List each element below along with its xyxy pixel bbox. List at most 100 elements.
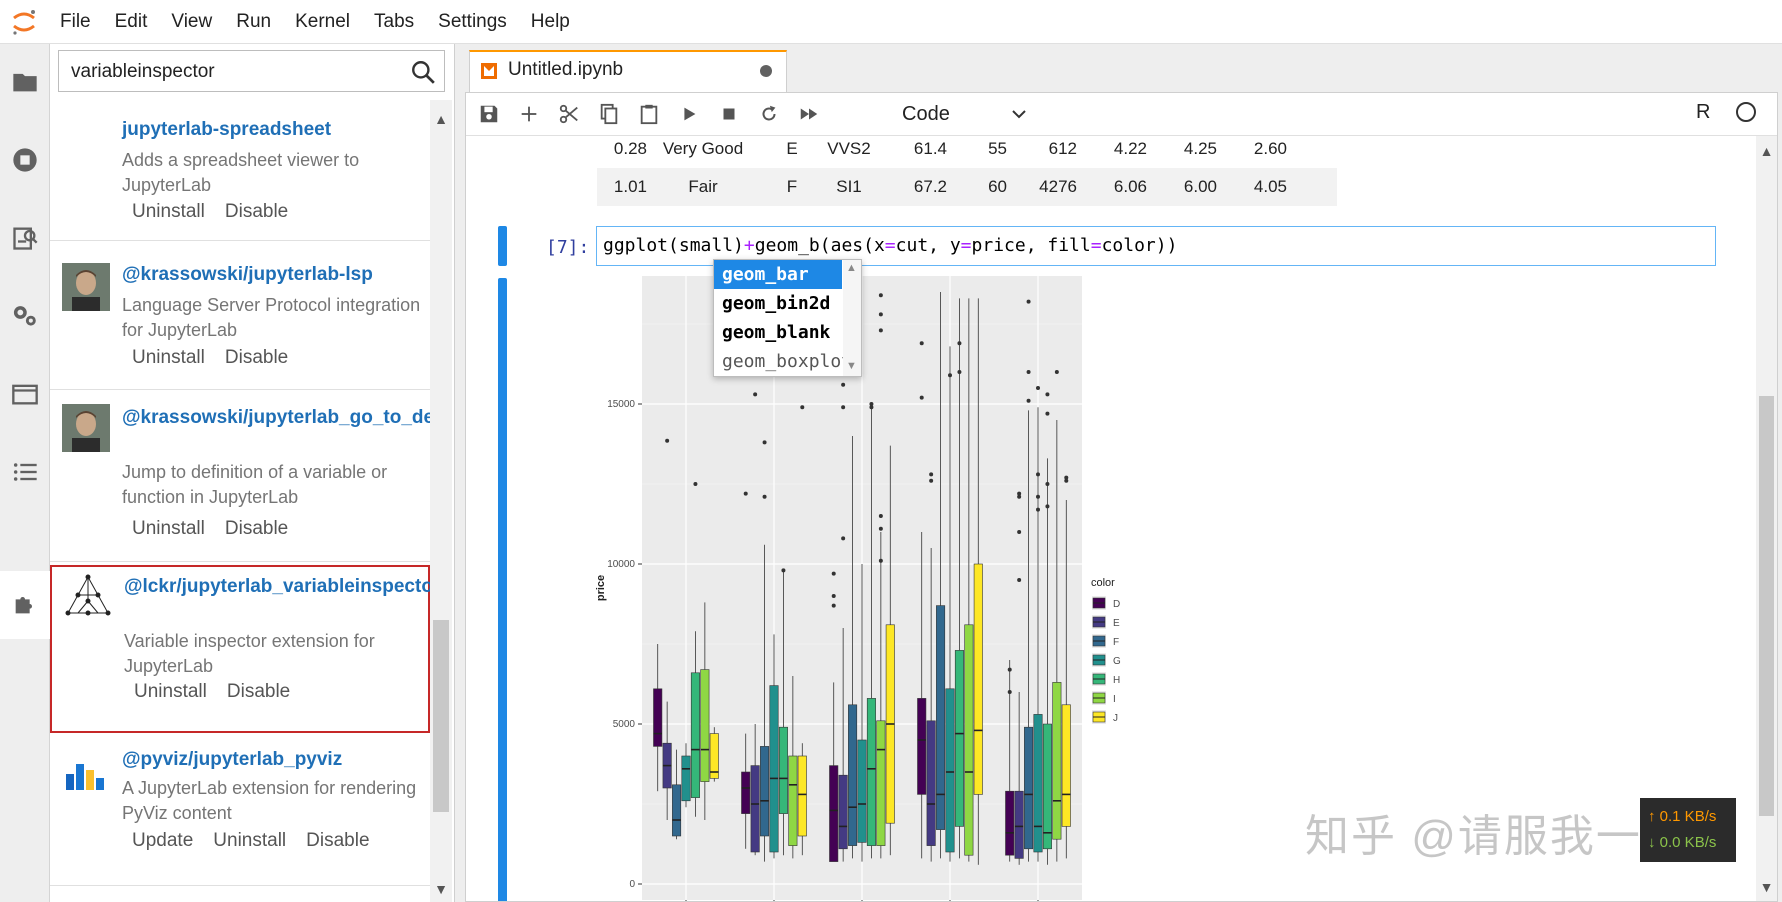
table-row: 1.01 Fair F SI1 67.2 60 4276 6.06 6.00 4… xyxy=(597,168,1337,206)
watermark-text: 知乎 @请服我一把 xyxy=(1305,812,1688,861)
copy-icon[interactable] xyxy=(596,101,622,127)
code-token: ggplot xyxy=(603,235,669,256)
completer-item[interactable]: geom_boxplot xyxy=(714,347,852,376)
update-button[interactable]: Update xyxy=(132,830,193,852)
restart-icon[interactable] xyxy=(756,101,782,127)
extension-title[interactable]: @krassowski/jupyterlab-lsp xyxy=(122,263,422,287)
uninstall-button[interactable]: Uninstall xyxy=(134,681,207,703)
legend-label: H xyxy=(1113,675,1120,686)
paste-icon[interactable] xyxy=(636,101,662,127)
disable-button[interactable]: Disable xyxy=(227,681,290,703)
table-cell: Very Good xyxy=(662,139,744,158)
box xyxy=(964,624,974,856)
table-cell: 4276 xyxy=(1039,177,1077,196)
extension-title[interactable]: @lckr/jupyterlab_variableinspector xyxy=(124,575,430,599)
fast-forward-icon[interactable] xyxy=(796,101,822,127)
outlier-point xyxy=(878,526,883,531)
menu-settings[interactable]: Settings xyxy=(426,0,519,44)
outlier-point xyxy=(919,341,924,346)
cut-icon[interactable] xyxy=(556,101,582,127)
box xyxy=(788,755,798,846)
table-cell: 4.25 xyxy=(1183,139,1217,158)
scroll-down-icon[interactable]: ▼ xyxy=(430,878,452,900)
code-token: color)) xyxy=(1101,235,1178,256)
scrollbar-thumb[interactable] xyxy=(1759,396,1774,816)
outlier-point xyxy=(1026,398,1031,403)
extension-list-scrollbar[interactable]: ▲ ▼ xyxy=(430,100,452,902)
completer-scrollbar[interactable]: ▲ ▼ xyxy=(843,260,861,376)
kernel-name[interactable]: R xyxy=(1696,101,1710,124)
menu-run[interactable]: Run xyxy=(224,0,283,44)
code-operator: = xyxy=(884,235,896,256)
stop-icon[interactable] xyxy=(716,101,742,127)
y-tick-label: 10000 xyxy=(607,559,635,570)
add-cell-icon[interactable] xyxy=(516,101,542,127)
notebook-scrollbar[interactable]: ▲ ▼ xyxy=(1756,136,1777,901)
outlier-point xyxy=(1007,667,1012,672)
toc-icon[interactable] xyxy=(9,456,41,488)
run-icon[interactable] xyxy=(676,101,702,127)
extension-search-input[interactable] xyxy=(69,57,393,87)
download-speed: ↓ 0.0 KB/s xyxy=(1648,834,1717,851)
disable-button[interactable]: Disable xyxy=(225,201,288,223)
completer-item[interactable]: geom_blank xyxy=(714,318,842,347)
cell-collapser[interactable] xyxy=(498,226,507,266)
extension-manager-panel: jupyterlab-spreadsheet Adds a spreadshee… xyxy=(50,44,455,902)
output-collapser[interactable] xyxy=(498,278,507,901)
save-icon[interactable] xyxy=(476,101,502,127)
scrollbar-thumb[interactable] xyxy=(433,620,449,812)
scroll-up-icon[interactable]: ▲ xyxy=(1756,140,1777,162)
chevron-down-icon xyxy=(1012,110,1026,119)
table-cell: 6.06 xyxy=(1113,177,1147,196)
menu-help[interactable]: Help xyxy=(519,0,582,44)
menu-tabs[interactable]: Tabs xyxy=(362,0,426,44)
cell-type-dropdown[interactable]: Code xyxy=(896,99,1036,129)
table-cell: 1.01 xyxy=(613,177,647,196)
table-cell: E xyxy=(786,139,798,158)
scroll-up-icon[interactable]: ▲ xyxy=(430,108,452,130)
scroll-down-icon[interactable]: ▼ xyxy=(846,360,857,372)
outlier-point xyxy=(878,312,883,317)
uninstall-button[interactable]: Uninstall xyxy=(132,201,205,223)
running-icon[interactable] xyxy=(9,144,41,176)
menu-kernel[interactable]: Kernel xyxy=(283,0,362,44)
code-line[interactable]: ggplot(small)+geom_b(aes(x=cut, y=price,… xyxy=(603,235,1177,256)
menu-edit[interactable]: Edit xyxy=(103,0,160,44)
extension-title[interactable]: jupyterlab-spreadsheet xyxy=(122,118,422,142)
uninstall-button[interactable]: Uninstall xyxy=(132,518,205,540)
uninstall-button[interactable]: Uninstall xyxy=(213,830,286,852)
completer-item[interactable]: geom_bin2d xyxy=(714,289,842,318)
property-inspector-icon[interactable] xyxy=(9,300,41,332)
tabs-icon[interactable] xyxy=(9,378,41,410)
extension-title[interactable]: @krassowski/jupyterlab_go_to_definition xyxy=(122,406,430,430)
menu-view[interactable]: View xyxy=(159,0,224,44)
completer-item[interactable]: geom_bar xyxy=(714,260,842,289)
folder-icon[interactable] xyxy=(9,66,41,98)
unsaved-indicator-icon[interactable] xyxy=(760,65,772,77)
scroll-down-icon[interactable]: ▼ xyxy=(1756,876,1777,898)
box xyxy=(1024,726,1034,850)
scroll-up-icon[interactable]: ▲ xyxy=(846,262,857,274)
disable-button[interactable]: Disable xyxy=(225,347,288,369)
extension-description: Jump to definition of a variable or func… xyxy=(122,462,388,507)
menu-file[interactable]: File xyxy=(48,0,103,44)
outlier-point xyxy=(841,405,846,410)
extension-icon[interactable] xyxy=(9,588,41,620)
outlier-point xyxy=(1054,370,1059,374)
commands-icon[interactable] xyxy=(9,222,41,254)
disable-button[interactable]: Disable xyxy=(225,518,288,540)
outlier-point xyxy=(762,440,767,445)
outlier-point xyxy=(1045,392,1050,397)
code-token: (aes(x xyxy=(819,235,885,256)
search-icon[interactable] xyxy=(410,59,436,85)
uninstall-button[interactable]: Uninstall xyxy=(132,347,205,369)
tab-untitled-ipynb[interactable]: Untitled.ipynb xyxy=(469,50,787,92)
extension-search-box[interactable] xyxy=(58,50,445,92)
pyviz-logo-icon xyxy=(62,750,110,798)
table-cell: 67.2 xyxy=(913,177,947,196)
extension-title[interactable]: @pyviz/jupyterlab_pyviz xyxy=(122,748,422,772)
outlier-point xyxy=(781,568,786,573)
outlier-point xyxy=(693,482,698,486)
disable-button[interactable]: Disable xyxy=(306,830,369,852)
outlier-point xyxy=(831,603,836,608)
